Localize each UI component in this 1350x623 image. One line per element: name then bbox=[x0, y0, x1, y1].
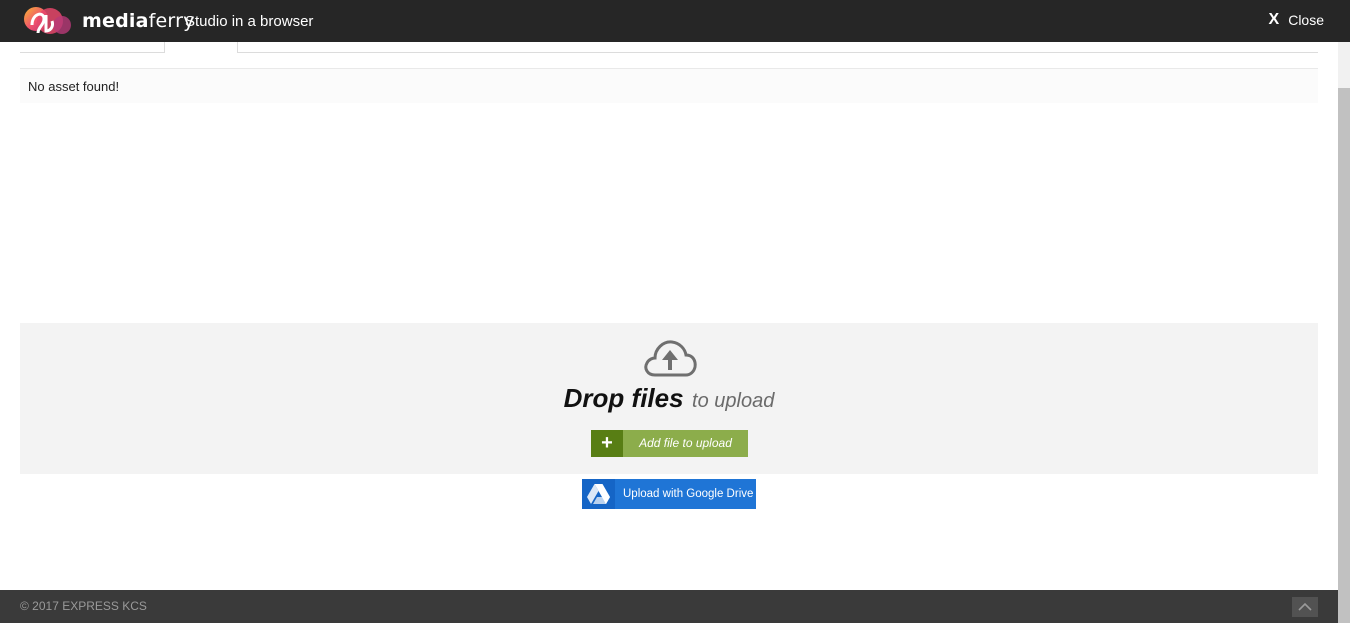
tab-active[interactable] bbox=[164, 42, 238, 53]
drop-title-light: to upload bbox=[692, 390, 775, 412]
google-drive-label: Upload with Google Drive bbox=[623, 488, 754, 500]
asset-tabs bbox=[20, 42, 1318, 53]
close-label: Close bbox=[1288, 12, 1324, 28]
asset-list: No asset found! bbox=[20, 68, 1318, 103]
tabs-baseline bbox=[238, 42, 1318, 53]
chevron-up-icon bbox=[1298, 602, 1312, 611]
scrollbar-thumb[interactable] bbox=[1338, 88, 1350, 623]
close-button[interactable]: X Close bbox=[1269, 11, 1324, 29]
add-file-button[interactable]: + Add file to upload bbox=[591, 430, 748, 457]
copyright-text: © 2017 EXPRESS KCS bbox=[20, 599, 147, 613]
google-drive-icon bbox=[587, 484, 610, 504]
drop-title: Drop files to upload bbox=[20, 383, 1318, 414]
brand-name: mediaferry bbox=[82, 10, 195, 32]
brand-tagline: Studio in a browser bbox=[185, 13, 314, 30]
cloud-upload-icon bbox=[644, 340, 697, 377]
back-to-top-button[interactable] bbox=[1292, 597, 1318, 617]
mediaferry-logo-icon bbox=[24, 7, 71, 34]
page-scrollbar[interactable] bbox=[1338, 42, 1350, 623]
upload-dropzone[interactable]: Drop files to upload + Add file to uploa… bbox=[20, 323, 1318, 474]
empty-assets-message: No asset found! bbox=[28, 79, 120, 94]
brand-prefix: media bbox=[82, 10, 149, 32]
top-header: mediaferry Studio in a browser X Close bbox=[0, 0, 1350, 42]
close-icon: X bbox=[1268, 11, 1280, 28]
add-file-label: Add file to upload bbox=[639, 436, 732, 450]
google-drive-icon-box bbox=[582, 479, 615, 509]
google-drive-upload-button[interactable]: Upload with Google Drive bbox=[582, 479, 756, 509]
tab-inactive[interactable] bbox=[20, 42, 164, 53]
plus-icon: + bbox=[591, 430, 623, 457]
page-footer: © 2017 EXPRESS KCS bbox=[0, 590, 1338, 623]
drop-title-strong: Drop files bbox=[563, 383, 684, 413]
